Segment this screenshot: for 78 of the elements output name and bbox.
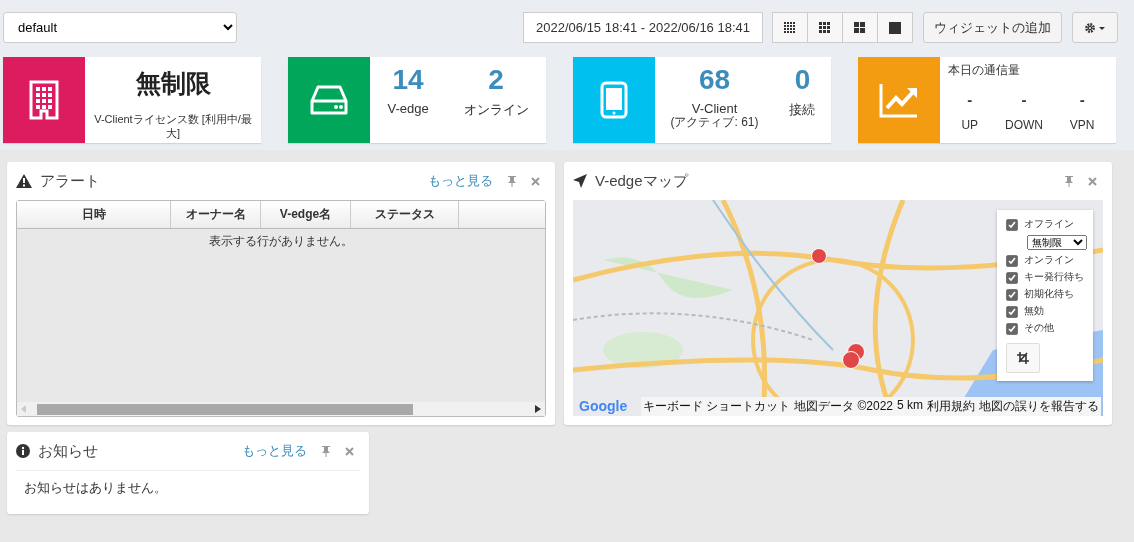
metric-label: 接続 <box>789 101 816 119</box>
metric-label: V-Client <box>691 101 738 116</box>
crop-button[interactable] <box>1006 343 1040 373</box>
layout-button[interactable] <box>877 12 913 43</box>
panel-title: お知らせ <box>38 441 98 461</box>
checkbox[interactable] <box>1006 288 1018 301</box>
add-widget-button[interactable]: ウィジェットの追加 <box>923 12 1062 43</box>
filter-label: 初期化待ち <box>1024 288 1074 301</box>
map-attribution-item[interactable]: キーボード ショートカット <box>640 397 793 416</box>
checkbox[interactable] <box>1006 254 1018 267</box>
filter-label: キー発行待ち <box>1024 271 1084 284</box>
metric-value: 0 <box>794 64 811 96</box>
pin-icon[interactable] <box>507 175 517 187</box>
checkbox[interactable] <box>1006 305 1018 318</box>
close-icon[interactable] <box>1088 176 1097 186</box>
scroll-right-icon[interactable] <box>535 405 541 413</box>
map-attribution-item[interactable]: 5 km <box>895 397 925 416</box>
empty-message: お知らせはありません。 <box>24 479 168 497</box>
map-attribution-item[interactable]: 地図の誤りを報告する <box>977 397 1101 416</box>
settings-icon <box>1084 21 1106 34</box>
metric-label: オンライン <box>463 101 529 119</box>
empty-message: 表示する行がありません。 <box>209 233 353 250</box>
traffic-label: VPN <box>1069 118 1095 132</box>
pin-icon[interactable] <box>1064 175 1074 187</box>
panel-title: アラート <box>40 171 100 191</box>
license-value: 無制限 <box>135 68 211 99</box>
more-link[interactable]: もっと見る <box>428 172 493 190</box>
traffic-value: - <box>967 91 973 108</box>
license-label: V-Clientライセンス数 [利用中/最大] <box>93 112 253 141</box>
more-link[interactable]: もっと見る <box>242 442 307 460</box>
traffic-title: 本日の通信量 <box>948 62 1021 79</box>
traffic-label: DOWN <box>1005 118 1043 132</box>
grid-icon <box>854 21 866 34</box>
column-header[interactable]: オーナー名 <box>171 201 261 228</box>
grid-icon <box>819 21 831 34</box>
traffic-value: - <box>1021 91 1027 108</box>
date-range-field[interactable]: 2022/06/15 18:41 - 2022/06/16 18:41 <box>523 12 763 43</box>
layout-button[interactable] <box>842 12 878 43</box>
filter-label: その他 <box>1024 322 1054 335</box>
info-icon <box>16 444 30 458</box>
metric-label: V-edge <box>387 101 429 116</box>
checkbox[interactable] <box>1006 322 1018 335</box>
metric-note: (アクティブ: 61) <box>670 116 759 130</box>
column-header[interactable]: ステータス <box>351 201 459 228</box>
metric-value: 2 <box>488 64 504 96</box>
filter-label: オフライン <box>1024 218 1074 231</box>
metric-value: 14 <box>392 64 424 96</box>
horizontal-scrollbar[interactable] <box>17 402 545 416</box>
panel-title: V-edgeマップ <box>595 171 688 191</box>
map-attribution-item[interactable]: 利用規約 <box>925 397 977 416</box>
profile-select[interactable]: default <box>3 12 237 43</box>
location-arrow-icon <box>573 174 587 188</box>
close-icon[interactable] <box>531 176 540 186</box>
limit-select[interactable]: 無制限 <box>1027 235 1087 250</box>
google-logo: Google <box>579 398 628 414</box>
grid-icon <box>889 21 901 34</box>
pin-icon[interactable] <box>321 445 331 457</box>
filter-label: 無効 <box>1024 305 1044 318</box>
column-header[interactable]: V-edge名 <box>261 201 351 228</box>
settings-button[interactable] <box>1072 12 1118 43</box>
traffic-value: - <box>1079 91 1085 108</box>
layout-button[interactable] <box>807 12 843 43</box>
line-chart-icon <box>879 82 919 118</box>
warning-icon <box>16 174 32 188</box>
checkbox[interactable] <box>1006 271 1018 284</box>
layout-button[interactable] <box>772 12 808 43</box>
filter-label: オンライン <box>1024 254 1074 267</box>
close-icon[interactable] <box>345 446 354 456</box>
grid-icon <box>784 21 796 34</box>
checkbox[interactable] <box>1006 218 1018 231</box>
column-header[interactable]: 日時 <box>17 201 171 228</box>
hard-drive-icon <box>310 84 348 116</box>
map-attribution-item[interactable]: 地図データ ©2022 <box>792 397 895 416</box>
traffic-label: UP <box>961 118 979 132</box>
building-icon <box>29 80 59 120</box>
crop-icon <box>1017 352 1029 364</box>
metric-value: 68 <box>698 64 731 96</box>
tablet-icon <box>600 81 628 119</box>
